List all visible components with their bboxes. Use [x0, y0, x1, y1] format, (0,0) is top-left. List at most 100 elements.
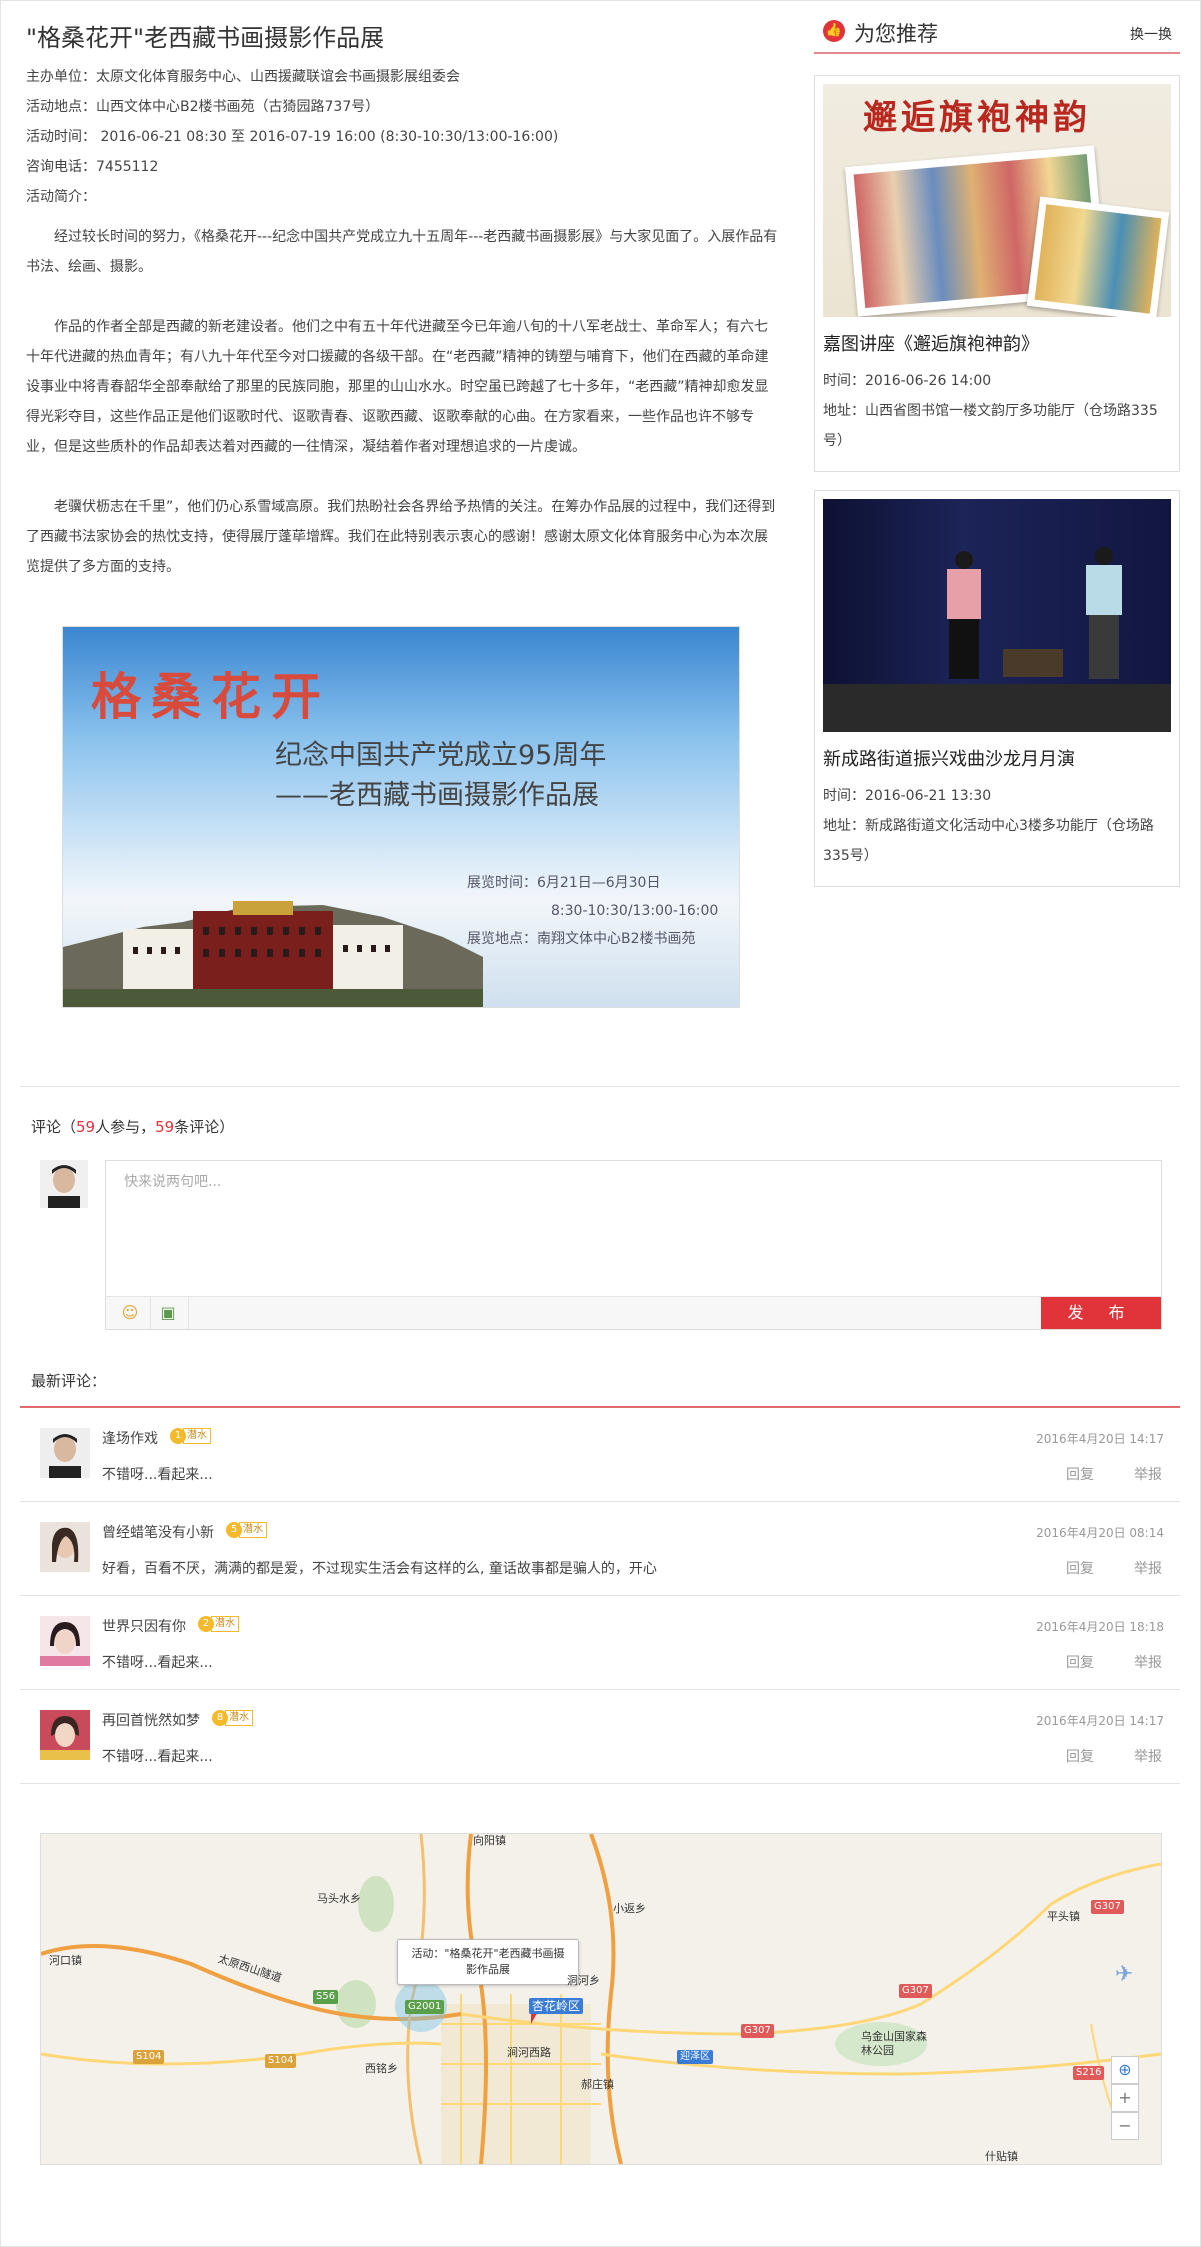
map-roads [41, 1834, 1161, 2164]
swap-button[interactable]: 换一换 [1130, 24, 1172, 44]
poster-info-time: 展览时间：6月21日—6月30日 [467, 875, 661, 891]
plane-icon: ✈ [1115, 1962, 1134, 1987]
poster-line-1: 纪念中国共产党成立95周年 [275, 740, 607, 771]
zoom-out-button[interactable]: − [1111, 2112, 1139, 2140]
comment-time: 2016年4月20日 18:18 [1036, 1620, 1164, 1634]
recommend-card-title[interactable]: 嘉图讲座《邂逅旗袍神韵》 [823, 330, 1039, 356]
place-label: 小返乡 [613, 1902, 646, 1915]
commenter-name[interactable]: 曾经蜡笔没有小新 [102, 1522, 214, 1542]
recommend-card-address: 地址：山西省图书馆一楼文韵厅多功能厅（仓场路335号） [823, 403, 1158, 449]
level-tag: 潜水 [239, 1522, 267, 1538]
performer-costume [947, 569, 981, 619]
place-label: 洞河乡 [567, 1974, 600, 1987]
zoom-in-button[interactable]: + [1111, 2084, 1139, 2112]
event-title: "格桑花开"老西藏书画摄影作品展 [26, 24, 385, 52]
map-event-popup: 活动："格桑花开"老西藏书画摄影作品展 [397, 1939, 579, 1985]
place-label: 涧河西路 [507, 2046, 551, 2059]
toolbar-divider [150, 1297, 151, 1329]
comment-summary-suffix: 条评论） [174, 1118, 235, 1136]
recommend-card[interactable]: 邂逅旗袍神韵 嘉图讲座《邂逅旗袍神韵》 时间：2016-06-26 14:00 … [814, 75, 1180, 472]
recommend-card-title[interactable]: 新成路街道振兴戏曲沙龙月月演 [823, 745, 1075, 771]
report-link[interactable]: 举报 [1134, 1746, 1162, 1766]
qipao-photo-frame [1026, 196, 1170, 317]
reply-link[interactable]: 回复 [1066, 1464, 1094, 1484]
reply-link[interactable]: 回复 [1066, 1746, 1094, 1766]
participant-count: 59 [76, 1118, 96, 1136]
road-badge: S56 [313, 1990, 339, 2004]
publish-button[interactable]: 发 布 [1041, 1297, 1161, 1329]
place-label: 西铭乡 [365, 2062, 398, 2075]
comment-time: 2016年4月20日 14:17 [1036, 1432, 1164, 1446]
level-tag: 潜水 [211, 1616, 239, 1632]
poster-info: 展览时间：6月21日—6月30日 8:30-10:30/13:00-16:00 … [467, 869, 718, 953]
level-tag: 潜水 [225, 1710, 253, 1726]
comment-time: 2016年4月20日 14:17 [1036, 1714, 1164, 1728]
recommend-card-meta: 时间：2016-06-21 13:30 地址：新成路街道文化活动中心3楼多功能厅… [823, 781, 1171, 871]
commenter-avatar[interactable] [40, 1616, 90, 1666]
comment-toolbar: ☺ ▣ 发 布 [106, 1296, 1161, 1329]
place-label: 郝庄镇 [581, 2078, 614, 2091]
comment-item: 曾经蜡笔没有小新 5 潜水 2016年4月20日 08:14 好看，百看不厌，满满… [20, 1502, 1180, 1596]
comment-text: 不错呀...看起来... [102, 1655, 213, 1671]
road-badge: S104 [265, 2054, 297, 2068]
road-badge: G307 [899, 1984, 932, 1998]
comment-input[interactable]: 快来说两句吧... ☺ ▣ 发 布 [105, 1160, 1162, 1330]
report-link[interactable]: 举报 [1134, 1464, 1162, 1484]
road-badge: G307 [1091, 1900, 1124, 1914]
place-label: 什贴镇 [985, 2150, 1018, 2163]
comment-summary: 评论（59人参与，59条评论） [31, 1116, 234, 1137]
poster-info-place: 展览地点：南翔文体中心B2楼书画苑 [467, 931, 696, 947]
recommend-card-address: 地址：新成路街道文化活动中心3楼多功能厅（仓场路335号） [823, 818, 1154, 864]
level-tag: 潜水 [183, 1428, 211, 1444]
level-badge: 1 潜水 [170, 1428, 211, 1444]
reply-link[interactable]: 回复 [1066, 1652, 1094, 1672]
thumbs-up-icon: 👍 [823, 20, 845, 42]
qipao-poster-image[interactable]: 邂逅旗袍神韵 [823, 84, 1171, 317]
comment-item: 再回首恍然如梦 8 潜水 2016年4月20日 14:17 不错呀...看起来..… [20, 1690, 1180, 1784]
poster-headline: 格桑花开 [91, 667, 331, 726]
comment-time: 2016年4月20日 08:14 [1036, 1526, 1164, 1540]
emoji-icon[interactable]: ☺ [120, 1303, 140, 1323]
place-label: 向阳镇 [473, 1834, 506, 1847]
intro-paragraph: 经过较长时间的努力，《格桑花开---纪念中国共产党成立九十五周年---老西藏书画… [26, 229, 778, 275]
latest-comments-label: 最新评论： [31, 1372, 107, 1390]
commenter-avatar[interactable] [40, 1710, 90, 1760]
recommend-card-time: 时间：2016-06-21 13:30 [823, 788, 992, 804]
commenter-name[interactable]: 逢场作戏 [102, 1428, 158, 1448]
locate-icon[interactable]: ⊕ [1111, 2056, 1139, 2084]
comment-text: 不错呀...看起来... [102, 1749, 213, 1765]
commenter-name[interactable]: 世界只因有你 [102, 1616, 186, 1636]
level-badge: 2 潜水 [198, 1616, 239, 1632]
commenter-avatar[interactable] [40, 1428, 90, 1478]
report-link[interactable]: 举报 [1134, 1652, 1162, 1672]
meta-time: 活动时间： 2016-06-21 08:30 至 2016-07-19 16:0… [26, 129, 559, 145]
road-badge: G2001 [405, 2000, 445, 2014]
image-icon[interactable]: ▣ [158, 1303, 178, 1323]
section-divider [20, 1086, 1180, 1087]
reply-link[interactable]: 回复 [1066, 1558, 1094, 1578]
report-link[interactable]: 举报 [1134, 1558, 1162, 1578]
toolbar-divider [188, 1297, 189, 1329]
opera-stage-image[interactable] [823, 499, 1171, 732]
meta-phone: 咨询电话：7455112 [26, 159, 159, 175]
comment-item: 世界只因有你 2 潜水 2016年4月20日 18:18 不错呀...看起来...… [20, 1596, 1180, 1690]
performer-head [955, 551, 973, 569]
recommend-title: 为您推荐 [854, 22, 938, 46]
comment-summary-mid: 人参与， [95, 1118, 156, 1136]
comment-placeholder: 快来说两句吧... [124, 1174, 222, 1190]
recommend-card[interactable]: 新成路街道振兴戏曲沙龙月月演 时间：2016-06-21 13:30 地址：新成… [814, 490, 1180, 887]
event-poster: 格桑花开 纪念中国共产党成立95周年 ——老西藏书画摄影作品展 展览时间：6月2… [62, 626, 740, 1008]
district-label: 迎泽区 [677, 2050, 713, 2064]
road-badge: G307 [741, 2024, 774, 2038]
poster-info-hours: 8:30-10:30/13:00-16:00 [551, 903, 719, 919]
meta-intro-label: 活动简介： [26, 189, 96, 205]
comment-text: 好看，百看不厌，满满的都是爱，不过现实生活会有这样的么, 童话故事都是骗人的，开… [102, 1561, 657, 1577]
commenter-avatar[interactable] [40, 1522, 90, 1572]
potala-palace-illustration [63, 901, 483, 1007]
current-user-avatar [40, 1160, 88, 1208]
commenter-name[interactable]: 再回首恍然如梦 [102, 1710, 200, 1730]
location-map[interactable]: 活动："格桑花开"老西藏书画摄影作品展 杏花岭区 马头水乡 小返乡 河口镇 西铭… [40, 1833, 1162, 2165]
road-badge: S104 [133, 2050, 165, 2064]
recommend-card-meta: 时间：2016-06-26 14:00 地址：山西省图书馆一楼文韵厅多功能厅（仓… [823, 366, 1171, 456]
performer-head [1095, 547, 1113, 565]
